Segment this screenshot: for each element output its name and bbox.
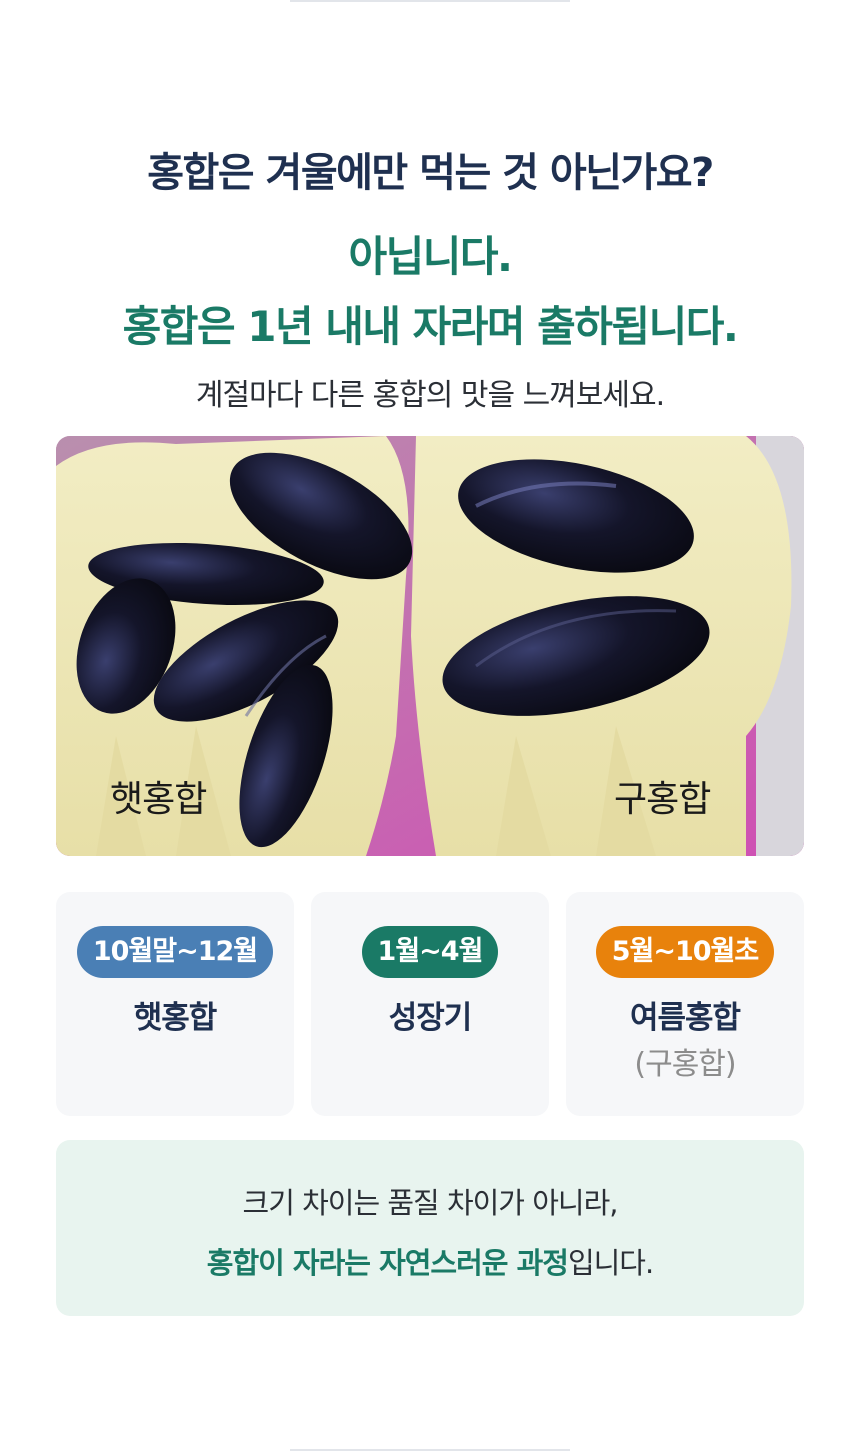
note-line-2: 홍합이 자라는 자연스러운 과정입니다. bbox=[56, 1240, 804, 1282]
top-divider bbox=[290, 0, 570, 2]
question-heading: 홍합은 겨울에만 먹는 것 아닌가요? bbox=[147, 150, 714, 196]
season-title: 여름홍합 bbox=[629, 1000, 741, 1036]
subtitle: 계절마다 다른 홍합의 맛을 느껴보세요. bbox=[195, 378, 665, 413]
photo-label-new-mussel: 햇홍합 bbox=[110, 779, 207, 820]
season-period-badge: 10월말~12월 bbox=[76, 926, 274, 978]
season-title: 성장기 bbox=[388, 1000, 473, 1036]
note-line-1: 크기 차이는 품질 차이가 아니라, bbox=[242, 1186, 619, 1220]
note-emphasis: 홍합이 자라는 자연스러운 과정 bbox=[206, 1246, 569, 1280]
note-suffix: 입니다. bbox=[567, 1246, 654, 1280]
answer-line-2: 홍합은 1년 내내 자라며 출하됩니다. bbox=[122, 302, 739, 351]
season-title: 햇홍합 bbox=[133, 1000, 218, 1036]
season-subtitle: (구홍합) bbox=[634, 1047, 736, 1082]
season-card-growth: 1월~4월 성장기 bbox=[311, 892, 549, 1116]
mussel-comparison-photo: 햇홍합 구홍합 bbox=[56, 436, 804, 856]
season-card-new: 10월말~12월 햇홍합 bbox=[56, 892, 294, 1116]
answer-heading: 아닙니다. 홍합은 1년 내내 자라며 출하됩니다. bbox=[0, 222, 860, 362]
photo-label-old-mussel: 구홍합 bbox=[614, 779, 711, 820]
season-card-summer: 5월~10월초 여름홍합 (구홍합) bbox=[566, 892, 804, 1116]
season-cards: 10월말~12월 햇홍합 1월~4월 성장기 5월~10월초 여름홍합 (구홍합… bbox=[56, 892, 804, 1116]
season-period-badge: 5월~10월초 bbox=[595, 926, 775, 978]
info-note: 크기 차이는 품질 차이가 아니라, 홍합이 자라는 자연스러운 과정입니다. bbox=[56, 1140, 804, 1316]
answer-line-1: 아닙니다. bbox=[348, 232, 513, 281]
season-period-badge: 1월~4월 bbox=[361, 926, 499, 978]
